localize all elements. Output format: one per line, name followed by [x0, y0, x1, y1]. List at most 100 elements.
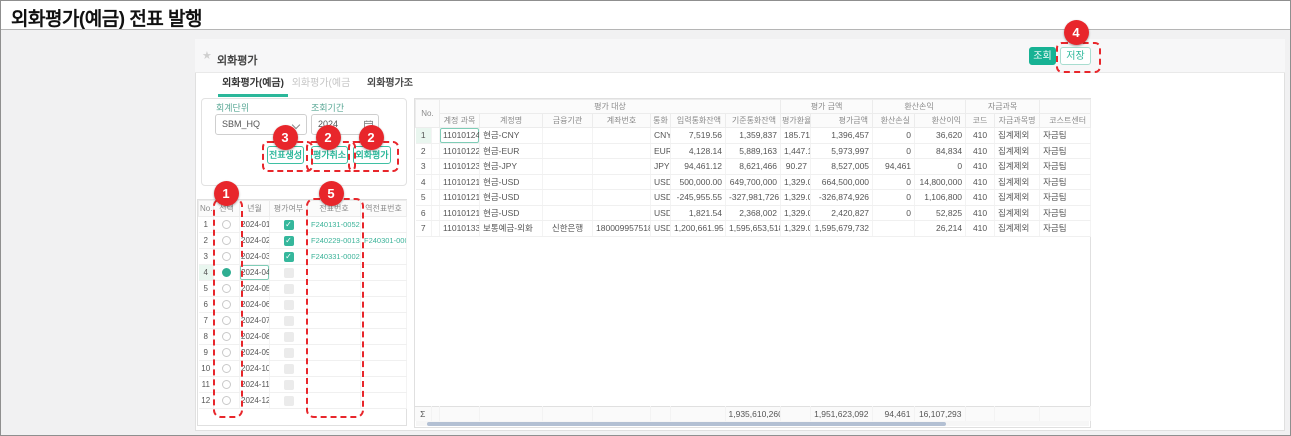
- slip-no-link[interactable]: F240131-0052: [311, 220, 360, 229]
- cell-month[interactable]: 2024-04: [240, 265, 270, 281]
- cell-eval-amt: 1,396,457: [811, 128, 873, 144]
- month-radio[interactable]: [222, 220, 231, 229]
- result-row[interactable]: 611010121현금-USDUSD1,821.542,368,0021,329…: [416, 205, 1091, 221]
- month-radio[interactable]: [222, 236, 231, 245]
- month-row[interactable]: 1 2024-01 ✓ F240131-0052: [199, 217, 407, 233]
- evaluated-checkbox[interactable]: ✓: [284, 252, 294, 262]
- month-radio[interactable]: [222, 380, 231, 389]
- cell-slip-no: F240131-0052: [308, 217, 361, 233]
- cell-no: 2: [199, 233, 214, 249]
- result-row[interactable]: 111010124현금-CNYCNY7,519.561,359,837185.7…: [416, 128, 1091, 144]
- favorite-star-icon[interactable]: ★: [202, 50, 212, 62]
- evaluated-checkbox[interactable]: [284, 332, 294, 342]
- cell-month[interactable]: 2024-08: [240, 329, 270, 345]
- cell-no: 1: [199, 217, 214, 233]
- month-row[interactable]: 42024-04: [199, 265, 407, 281]
- cell-month[interactable]: 2024-06: [240, 297, 270, 313]
- cell-month[interactable]: 2024-01: [240, 217, 270, 233]
- evaluated-checkbox[interactable]: [284, 364, 294, 374]
- evaluated-checkbox[interactable]: [284, 348, 294, 358]
- month-radio[interactable]: [222, 252, 231, 261]
- cell-currency: JPY: [651, 159, 671, 175]
- col-loss: 환산손실: [873, 114, 915, 128]
- col-month: 년월: [240, 201, 270, 217]
- cell-month[interactable]: 2024-12: [240, 393, 270, 409]
- cell-month[interactable]: 2024-10: [240, 361, 270, 377]
- save-button[interactable]: 저장: [1060, 47, 1091, 65]
- col-acct-name: 계정명: [480, 114, 543, 128]
- result-row[interactable]: 211010122현금-EUREUR4,128.145,889,1631,447…: [416, 143, 1091, 159]
- result-row[interactable]: 311010123현금-JPYJPY94,461.128,621,46690.2…: [416, 159, 1091, 175]
- cell-no: 6: [416, 205, 432, 221]
- cell-cost-center: 자금팀: [1040, 221, 1091, 237]
- reverse-slip-no-link[interactable]: F240301-0001: [364, 236, 407, 245]
- cell-month[interactable]: 2024-02: [240, 233, 270, 249]
- cell-input-amt: 1,200,661.95: [671, 221, 726, 237]
- cell-account-no: 180009957518: [593, 221, 651, 237]
- cell-currency: USD: [651, 205, 671, 221]
- col-reverse-slip-no: 역전표번호: [361, 201, 407, 217]
- app-window: 외화평가(예금) 전표 발행 ★ 외화평가 조회 저장 외화평가(예금) 외화평…: [0, 0, 1291, 436]
- cell-no: 1: [416, 128, 432, 144]
- summary-row: Σ 1,935,610,260 1,951,623,092 94,461 16,…: [415, 406, 1091, 422]
- cell-month[interactable]: 2024-03: [240, 249, 270, 265]
- horizontal-scrollbar-thumb[interactable]: [427, 422, 946, 426]
- cell-month[interactable]: 2024-09: [240, 345, 270, 361]
- month-radio[interactable]: [222, 364, 231, 373]
- cell-eval-amt: 8,527,005: [811, 159, 873, 175]
- cell-month[interactable]: 2024-11: [240, 377, 270, 393]
- month-row[interactable]: 82024-08: [199, 329, 407, 345]
- month-grid: No. 선택 년월 평가여부 전표번호 역전표번호 12024-01✓F2401…: [197, 199, 407, 426]
- month-row[interactable]: 52024-05: [199, 281, 407, 297]
- cell-eval-amt: 664,500,000: [811, 174, 873, 190]
- cell-month[interactable]: 2024-07: [240, 313, 270, 329]
- tab-fx-eval-non-deposit[interactable]: 외화평가(예금외): [291, 73, 351, 97]
- cell-acct-code: 11010121: [440, 174, 480, 190]
- evaluated-checkbox[interactable]: ✓: [284, 236, 294, 246]
- month-row[interactable]: 112024-11: [199, 377, 407, 393]
- cell-input-amt: 7,519.56: [671, 128, 726, 144]
- month-row[interactable]: 32024-03✓F240331-0002: [199, 249, 407, 265]
- month-row[interactable]: 92024-09: [199, 345, 407, 361]
- cell-bank: [543, 174, 593, 190]
- cell-gain: 0: [915, 159, 966, 175]
- cell-month[interactable]: 2024-05: [240, 281, 270, 297]
- cell-evaluated: [270, 281, 308, 297]
- cell-bank: [543, 143, 593, 159]
- result-row[interactable]: 711010133보통예금-외화신한은행180009957518USD1,200…: [416, 221, 1091, 237]
- evaluated-checkbox[interactable]: [284, 300, 294, 310]
- month-row[interactable]: 72024-07: [199, 313, 407, 329]
- month-radio[interactable]: [222, 316, 231, 325]
- month-radio[interactable]: [222, 332, 231, 341]
- cell-cost-center: 자금팀: [1040, 174, 1091, 190]
- cell-reverse-slip-no: [361, 313, 407, 329]
- slip-no-link[interactable]: F240229-0013: [311, 236, 360, 245]
- month-row[interactable]: 62024-06: [199, 297, 407, 313]
- search-button[interactable]: 조회: [1029, 47, 1056, 65]
- slip-no-link[interactable]: F240331-0002: [311, 252, 360, 261]
- cell-base-amt: -327,981,726: [726, 190, 781, 206]
- cell-cost-center: 자금팀: [1040, 190, 1091, 206]
- evaluated-checkbox[interactable]: ✓: [284, 220, 294, 230]
- month-radio[interactable]: [222, 396, 231, 405]
- page-title-bar: 외화평가(예금) 전표 발행: [1, 1, 1290, 30]
- evaluated-checkbox[interactable]: [284, 380, 294, 390]
- month-row[interactable]: 2 2024-02 ✓ F240229-0013 F240301-0001: [199, 233, 407, 249]
- result-row[interactable]: 511010121현금-USDUSD-245,955.55-327,981,72…: [416, 190, 1091, 206]
- evaluated-checkbox[interactable]: [284, 396, 294, 406]
- cell-acct-code: 11010122: [440, 143, 480, 159]
- evaluated-checkbox[interactable]: [284, 284, 294, 294]
- month-row[interactable]: 102024-10: [199, 361, 407, 377]
- tab-fx-eval-adjust[interactable]: 외화평가조정: [367, 73, 413, 97]
- col-fund-name: 자금과목명: [995, 114, 1040, 128]
- tab-fx-eval-deposit[interactable]: 외화평가(예금): [218, 73, 288, 97]
- month-radio[interactable]: [222, 348, 231, 357]
- month-row[interactable]: 122024-12: [199, 393, 407, 409]
- evaluated-checkbox[interactable]: [284, 268, 294, 278]
- month-radio[interactable]: [222, 268, 231, 277]
- result-row[interactable]: 411010121현금-USDUSD500,000.00649,700,0001…: [416, 174, 1091, 190]
- cell-gain: 1,106,800: [915, 190, 966, 206]
- month-radio[interactable]: [222, 300, 231, 309]
- evaluated-checkbox[interactable]: [284, 316, 294, 326]
- month-radio[interactable]: [222, 284, 231, 293]
